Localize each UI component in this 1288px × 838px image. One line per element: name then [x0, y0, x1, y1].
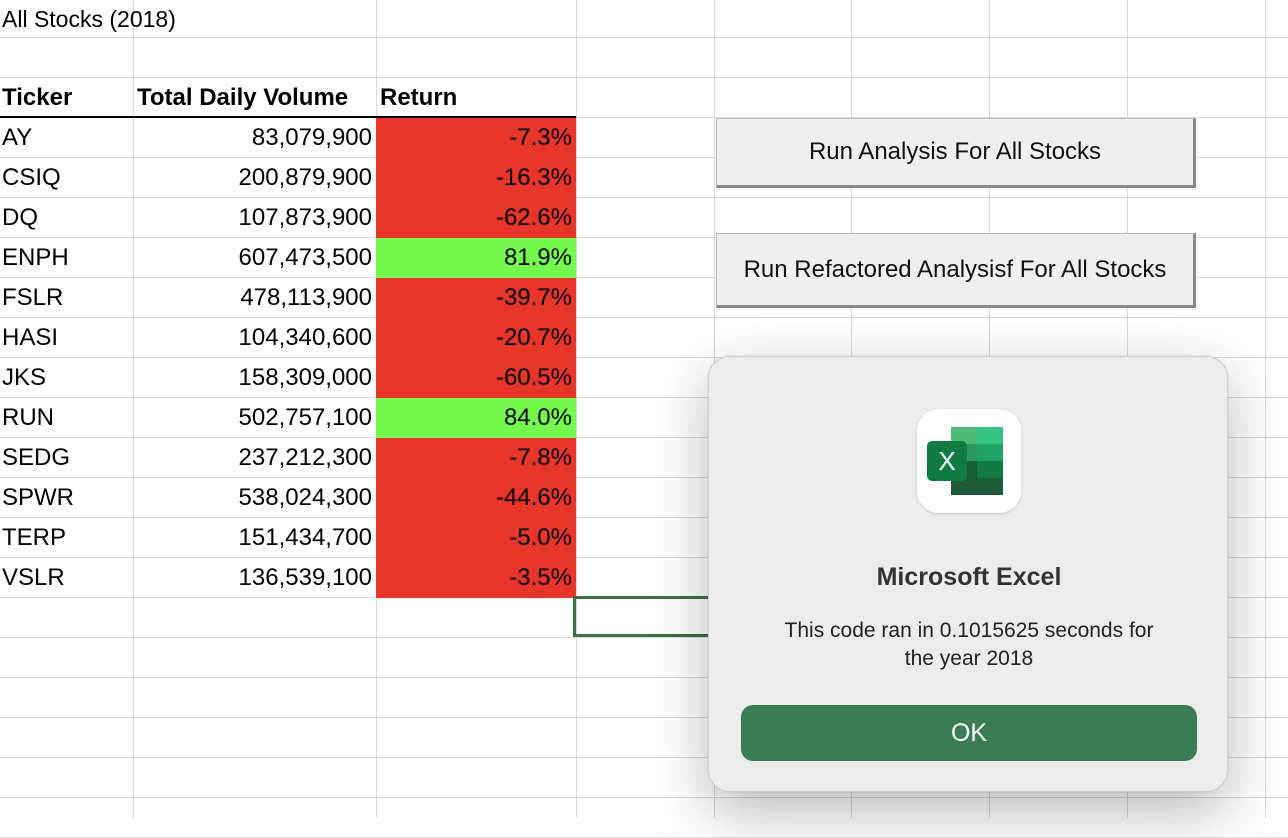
grid-column-line: [576, 0, 577, 818]
ticker-cell[interactable]: SEDG: [0, 438, 133, 478]
ticker-cell[interactable]: VSLR: [0, 558, 133, 598]
volume-cell[interactable]: 502,757,100: [133, 398, 376, 438]
volume-cell[interactable]: 104,340,600: [133, 318, 376, 358]
header-total-daily-volume[interactable]: Total Daily Volume: [133, 79, 376, 117]
return-cell[interactable]: -60.5%: [376, 358, 576, 398]
header-ticker[interactable]: Ticker: [0, 79, 133, 117]
return-cell[interactable]: -7.3%: [376, 118, 576, 158]
run-analysis-button[interactable]: Run Analysis For All Stocks: [716, 118, 1196, 188]
ticker-cell[interactable]: HASI: [0, 318, 133, 358]
run-refactored-analysis-button[interactable]: Run Refactored Analysisf For All Stocks: [716, 233, 1196, 308]
ticker-cell[interactable]: DQ: [0, 198, 133, 238]
header-return[interactable]: Return: [376, 79, 576, 117]
ticker-cell[interactable]: ENPH: [0, 238, 133, 278]
ticker-cell[interactable]: FSLR: [0, 278, 133, 318]
dialog-message: This code ran in 0.1015625 seconds for t…: [749, 617, 1189, 673]
volume-cell[interactable]: 136,539,100: [133, 558, 376, 598]
grid-row-line: [0, 37, 1288, 38]
volume-cell[interactable]: 200,879,900: [133, 158, 376, 198]
return-cell[interactable]: 81.9%: [376, 238, 576, 278]
return-cell[interactable]: -3.5%: [376, 558, 576, 598]
ticker-cell[interactable]: CSIQ: [0, 158, 133, 198]
grid-column-line: [1265, 0, 1266, 818]
excel-logo-letter: X: [938, 446, 955, 476]
return-cell[interactable]: -20.7%: [376, 318, 576, 358]
grid-row-line: [0, 77, 1288, 78]
return-cell[interactable]: -39.7%: [376, 278, 576, 318]
ticker-cell[interactable]: SPWR: [0, 478, 133, 518]
excel-logo-icon: X: [927, 427, 1003, 495]
ticker-cell[interactable]: AY: [0, 118, 133, 158]
dialog-message-line-1: This code ran in 0.1015625 seconds for: [784, 619, 1154, 642]
excel-app-icon: X: [917, 409, 1021, 513]
return-cell[interactable]: -44.6%: [376, 478, 576, 518]
return-cell[interactable]: -16.3%: [376, 158, 576, 198]
volume-cell[interactable]: 158,309,000: [133, 358, 376, 398]
dialog-message-line-2: the year 2018: [904, 647, 1034, 670]
ticker-cell[interactable]: JKS: [0, 358, 133, 398]
volume-cell[interactable]: 83,079,900: [133, 118, 376, 158]
volume-cell[interactable]: 538,024,300: [133, 478, 376, 518]
volume-cell[interactable]: 607,473,500: [133, 238, 376, 278]
volume-cell[interactable]: 151,434,700: [133, 518, 376, 558]
ticker-cell[interactable]: TERP: [0, 518, 133, 558]
dialog-title: Microsoft Excel: [876, 563, 1062, 591]
message-dialog: X Microsoft Excel This code ran in 0.101…: [708, 356, 1228, 792]
return-cell[interactable]: 84.0%: [376, 398, 576, 438]
sheet-title[interactable]: All Stocks (2018): [0, 0, 180, 38]
volume-cell[interactable]: 107,873,900: [133, 198, 376, 238]
ticker-cell[interactable]: RUN: [0, 398, 133, 438]
return-cell[interactable]: -7.8%: [376, 438, 576, 478]
return-cell[interactable]: -62.6%: [376, 198, 576, 238]
selected-cell[interactable]: [573, 596, 711, 637]
ok-button[interactable]: OK: [741, 705, 1197, 761]
volume-cell[interactable]: 478,113,900: [133, 278, 376, 318]
grid-row-line: [0, 797, 1288, 798]
return-cell[interactable]: -5.0%: [376, 518, 576, 558]
volume-cell[interactable]: 237,212,300: [133, 438, 376, 478]
